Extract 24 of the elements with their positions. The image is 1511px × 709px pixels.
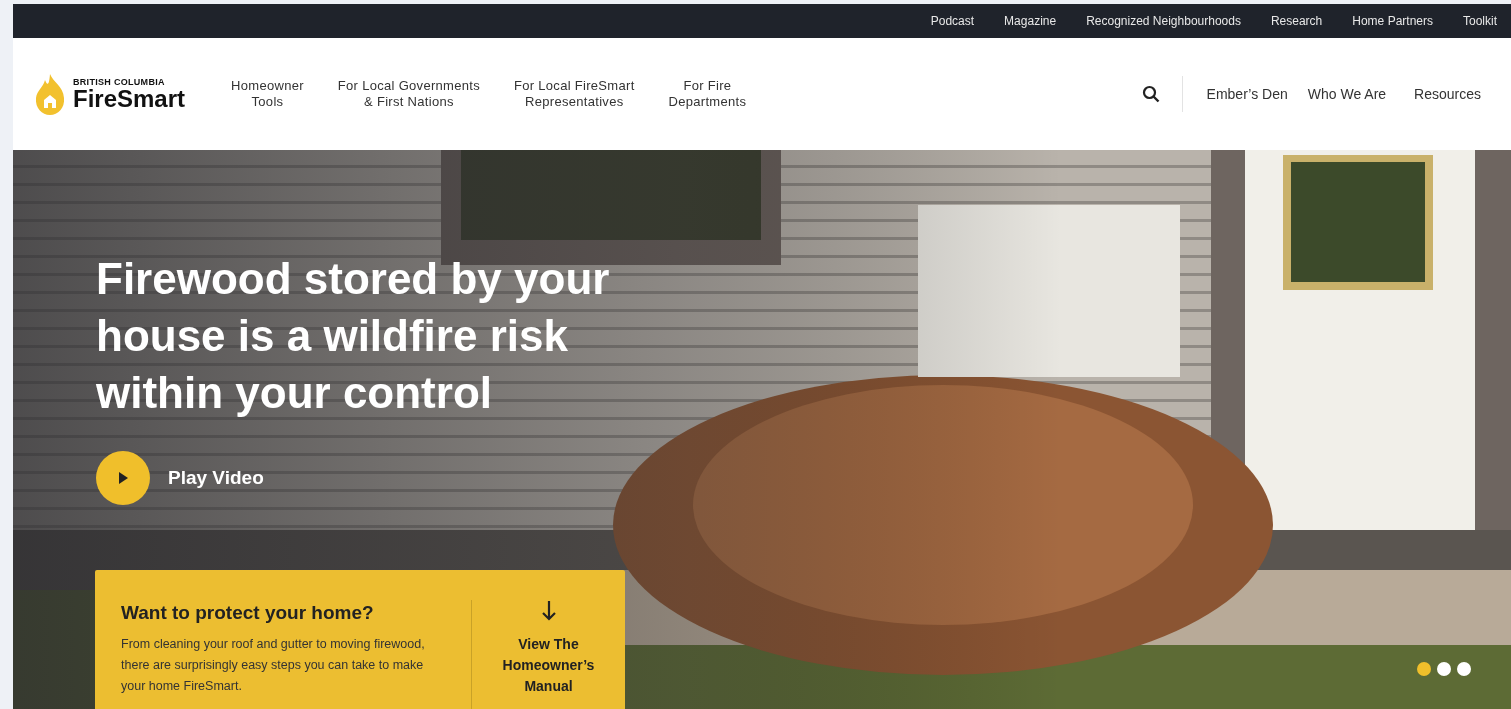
secondary-nav-link[interactable]: Resources (1414, 86, 1481, 102)
callout-text: From cleaning your roof and gutter to moving firewood, there are surprisingly easy steps you can take to make your home FireSmart. (121, 636, 426, 695)
utility-nav-link[interactable]: Podcast (930, 14, 975, 28)
main-nav-link[interactable]: For Local FireSmart Representatives (514, 78, 635, 110)
secondary-nav-link[interactable]: Ember’s Den (1206, 86, 1288, 102)
down-arrow-icon (540, 600, 557, 622)
main-nav-link[interactable]: For Fire Departments (668, 78, 747, 110)
manual-link[interactable]: View The Homeowner’s Manual (471, 600, 625, 709)
play-icon (96, 451, 150, 505)
logo-wordmark[interactable]: FireSmart (73, 87, 186, 111)
search-icon[interactable] (1141, 85, 1160, 103)
utility-nav-link[interactable]: Toolkit (1463, 14, 1497, 28)
main-nav-link[interactable]: For Local Governments & First Nations (337, 78, 480, 110)
secondary-nav-link[interactable]: Who We Are (1307, 86, 1387, 102)
callout-title: Want to protect your home? (121, 602, 375, 624)
utility-nav-link[interactable]: Magazine (1004, 14, 1057, 28)
flame-logo-icon (33, 72, 67, 116)
utility-nav-link[interactable]: Research (1270, 14, 1323, 28)
utility-nav-link[interactable]: Home Partners (1352, 14, 1433, 28)
logo-subtitle: BRITISH COLUMBIA (73, 77, 166, 87)
play-video-button[interactable]: Play Video (96, 451, 264, 505)
hero-headline: Firewood stored by your house is a wildfire risk within your control (96, 253, 611, 419)
main-nav-link[interactable]: Homeowner Tools (231, 78, 304, 110)
utility-nav-link[interactable]: Recognized Neighbourhoods (1086, 14, 1241, 28)
